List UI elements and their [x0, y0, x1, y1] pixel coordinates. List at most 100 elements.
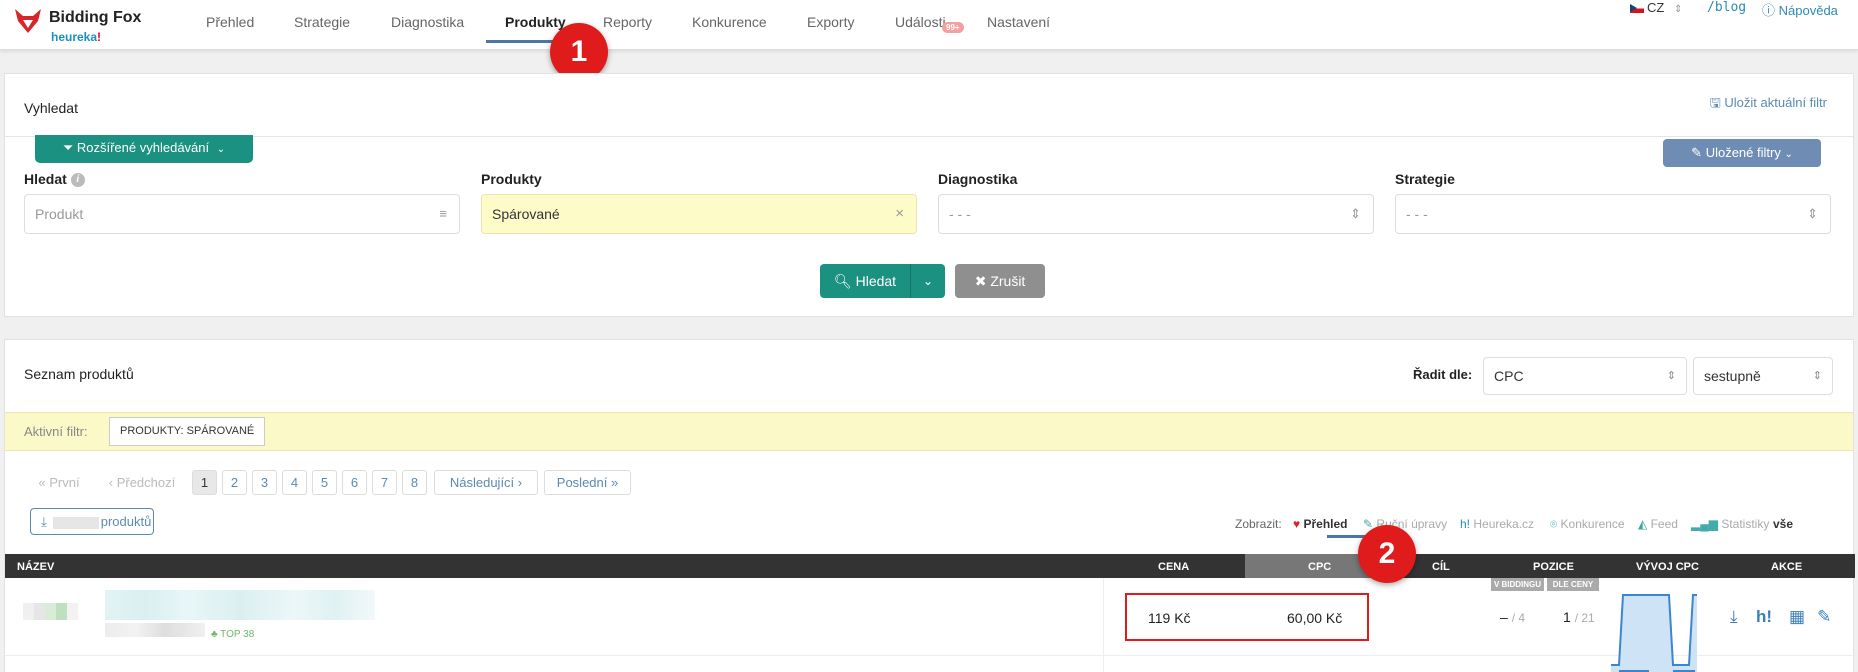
nav-diagnostika[interactable]: Diagnostika: [391, 14, 464, 30]
pagination-next[interactable]: Následující ›: [434, 470, 538, 495]
nav-strategie[interactable]: Strategie: [294, 14, 350, 30]
col-cil[interactable]: CÍL: [1432, 561, 1450, 573]
floppy-disk-icon: 🖫: [1709, 95, 1721, 110]
diagnostika-select[interactable]: - - - ⇕: [938, 194, 1374, 234]
fox-logo-icon: [15, 9, 41, 33]
close-icon: ✖: [974, 273, 987, 289]
save-filter-link[interactable]: 🖫 Uložit aktuální filtr: [1710, 94, 1827, 116]
nav-nastaveni[interactable]: Nastavení: [987, 14, 1050, 30]
pagination-page-2[interactable]: 2: [222, 470, 247, 495]
nav-exporty[interactable]: Exporty: [807, 14, 854, 30]
search-button-group: 🔍︎ Hledat ⌄: [820, 264, 945, 298]
col-akce: AKCE: [1771, 561, 1803, 573]
pagination-first[interactable]: « První: [30, 470, 88, 495]
pagination-page-8[interactable]: 8: [402, 470, 427, 495]
heureka-icon: h!: [1460, 517, 1471, 531]
events-badge: 99+: [942, 22, 964, 33]
clear-icon[interactable]: ×: [895, 195, 904, 233]
col-vyvoj-cpc: VÝVOJ CPC: [1636, 561, 1699, 573]
product-thumbnail: [23, 603, 78, 620]
top-rank-tag: ♣ TOP 38: [211, 629, 255, 640]
row-cpc[interactable]: 60,00 Kč: [1287, 610, 1342, 626]
logo[interactable]: Bidding Fox heureka!: [14, 6, 164, 46]
chevron-updown-icon: ⇕: [1807, 206, 1818, 221]
chevron-down-icon: ⌄: [216, 144, 226, 155]
search-panel: Vyhledat 🖫 Uložit aktuální filtr ⏷ Rozší…: [4, 73, 1854, 317]
blurred-count: [52, 516, 99, 529]
products-panel: Seznam produktů Řadit dle: CPC ⇕ sestupn…: [4, 339, 1855, 672]
col-nazev[interactable]: NÁZEV: [17, 561, 54, 573]
pencil-icon[interactable]: ✎: [1817, 607, 1831, 627]
extended-search-button[interactable]: ⏷ Rozšířené vyhledávání ⌄: [35, 135, 253, 163]
row-price: 119 Kč: [1148, 610, 1191, 626]
sort-direction-select[interactable]: sestupně ⇕: [1693, 357, 1833, 395]
search-panel-title: Vyhledat: [24, 100, 78, 116]
search-button[interactable]: 🔍︎ Hledat: [820, 264, 910, 298]
chevron-updown-icon: ⇕: [1812, 370, 1822, 382]
nav-produkty[interactable]: Produkty: [505, 14, 566, 30]
search-dropdown-toggle[interactable]: ⌄: [910, 264, 945, 298]
pagination-page-1[interactable]: 1: [192, 470, 217, 495]
annotation-marker-2: 2: [1358, 525, 1416, 583]
download-icon[interactable]: ⤓: [1730, 607, 1738, 627]
brand-name: Bidding Fox: [49, 9, 142, 26]
pagination-page-3[interactable]: 3: [252, 470, 277, 495]
column-divider: [1103, 578, 1104, 672]
help-link[interactable]: ⓘ Nápověda: [1762, 0, 1838, 19]
pagination-page-6[interactable]: 6: [342, 470, 367, 495]
search-product-input[interactable]: Produkt ≡: [24, 194, 460, 234]
sort-field-select[interactable]: CPC ⇕: [1483, 357, 1687, 395]
language-label: CZ: [1647, 0, 1665, 15]
label-diagnostika: Diagnostika: [938, 171, 1018, 187]
nav-reporty[interactable]: Reporty: [603, 14, 652, 30]
sub-brand: heureka!: [51, 30, 102, 44]
top-navbar: Bidding Fox heureka! Přehled Strategie D…: [0, 0, 1858, 50]
show-tab-heureka[interactable]: h! Heureka.cz: [1460, 517, 1534, 531]
show-tab-statistiky[interactable]: ▂▄▆ Statistiky: [1691, 517, 1769, 531]
label-strategie: Strategie: [1395, 171, 1455, 187]
fox-icon: ♥: [1293, 517, 1301, 531]
search-icon: 🔍︎: [833, 273, 852, 289]
language-selector[interactable]: CZ ⇕: [1630, 0, 1682, 15]
cancel-button[interactable]: ✖ Zrušit: [955, 264, 1045, 298]
export-products-button[interactable]: ⤓ produktů: [30, 508, 154, 535]
col-pozice[interactable]: POZICE: [1533, 561, 1574, 573]
pencil-icon: ✎: [1691, 145, 1703, 160]
nav-prehled[interactable]: Přehled: [206, 14, 254, 30]
pagination-page-7[interactable]: 7: [372, 470, 397, 495]
label-produkty: Produkty: [481, 171, 542, 187]
nav-udalosti[interactable]: Události: [895, 14, 946, 30]
nav-konkurence[interactable]: Konkurence: [692, 14, 767, 30]
col-cena[interactable]: CENA: [1158, 561, 1189, 573]
cpc-sparkline: [1611, 594, 1697, 672]
info-icon[interactable]: i: [70, 173, 85, 188]
heureka-link-icon[interactable]: h!: [1756, 607, 1772, 627]
products-panel-title: Seznam produktů: [24, 366, 134, 382]
products-select[interactable]: Spárované ×: [481, 194, 917, 234]
sparkline-area: [1611, 595, 1697, 672]
blog-link[interactable]: /blog: [1707, 0, 1746, 15]
show-tab-konkurence[interactable]: ⌾ Konkurence: [1550, 517, 1625, 532]
col-cpc[interactable]: CPC: [1308, 561, 1331, 573]
strategie-select[interactable]: - - - ⇕: [1395, 194, 1831, 234]
label-hledat: Hledat i: [24, 171, 85, 188]
chevron-updown-icon: ⇕: [1673, 4, 1683, 15]
tree-icon: ♣: [211, 629, 218, 640]
show-tab-feed[interactable]: ◭ Feed: [1638, 517, 1678, 531]
shop-icon[interactable]: ▦: [1789, 607, 1805, 627]
sort-label: Řadit dle:: [1413, 367, 1473, 382]
pagination-page-4[interactable]: 4: [282, 470, 307, 495]
saved-filters-button[interactable]: ✎ Uložené filtry ⌄: [1663, 139, 1821, 167]
list-icon: ≡: [439, 206, 447, 221]
product-name-blurred[interactable]: [105, 590, 375, 620]
pagination-last[interactable]: Poslední »: [544, 470, 631, 495]
divider: [5, 136, 1853, 137]
bar-chart-icon: ▂▄▆: [1691, 517, 1718, 531]
show-tab-prehled[interactable]: ♥ Přehled: [1293, 517, 1347, 531]
active-filter-tag[interactable]: PRODUKTY: SPÁROVANÉ: [109, 417, 266, 446]
product-meta-blurred: [105, 623, 205, 637]
pagination-page-5[interactable]: 5: [312, 470, 337, 495]
pagination-prev[interactable]: ‹ Předchozí: [99, 470, 185, 495]
show-tab-vse[interactable]: vše: [1773, 517, 1793, 531]
chevron-down-icon: ⌄: [922, 274, 934, 288]
